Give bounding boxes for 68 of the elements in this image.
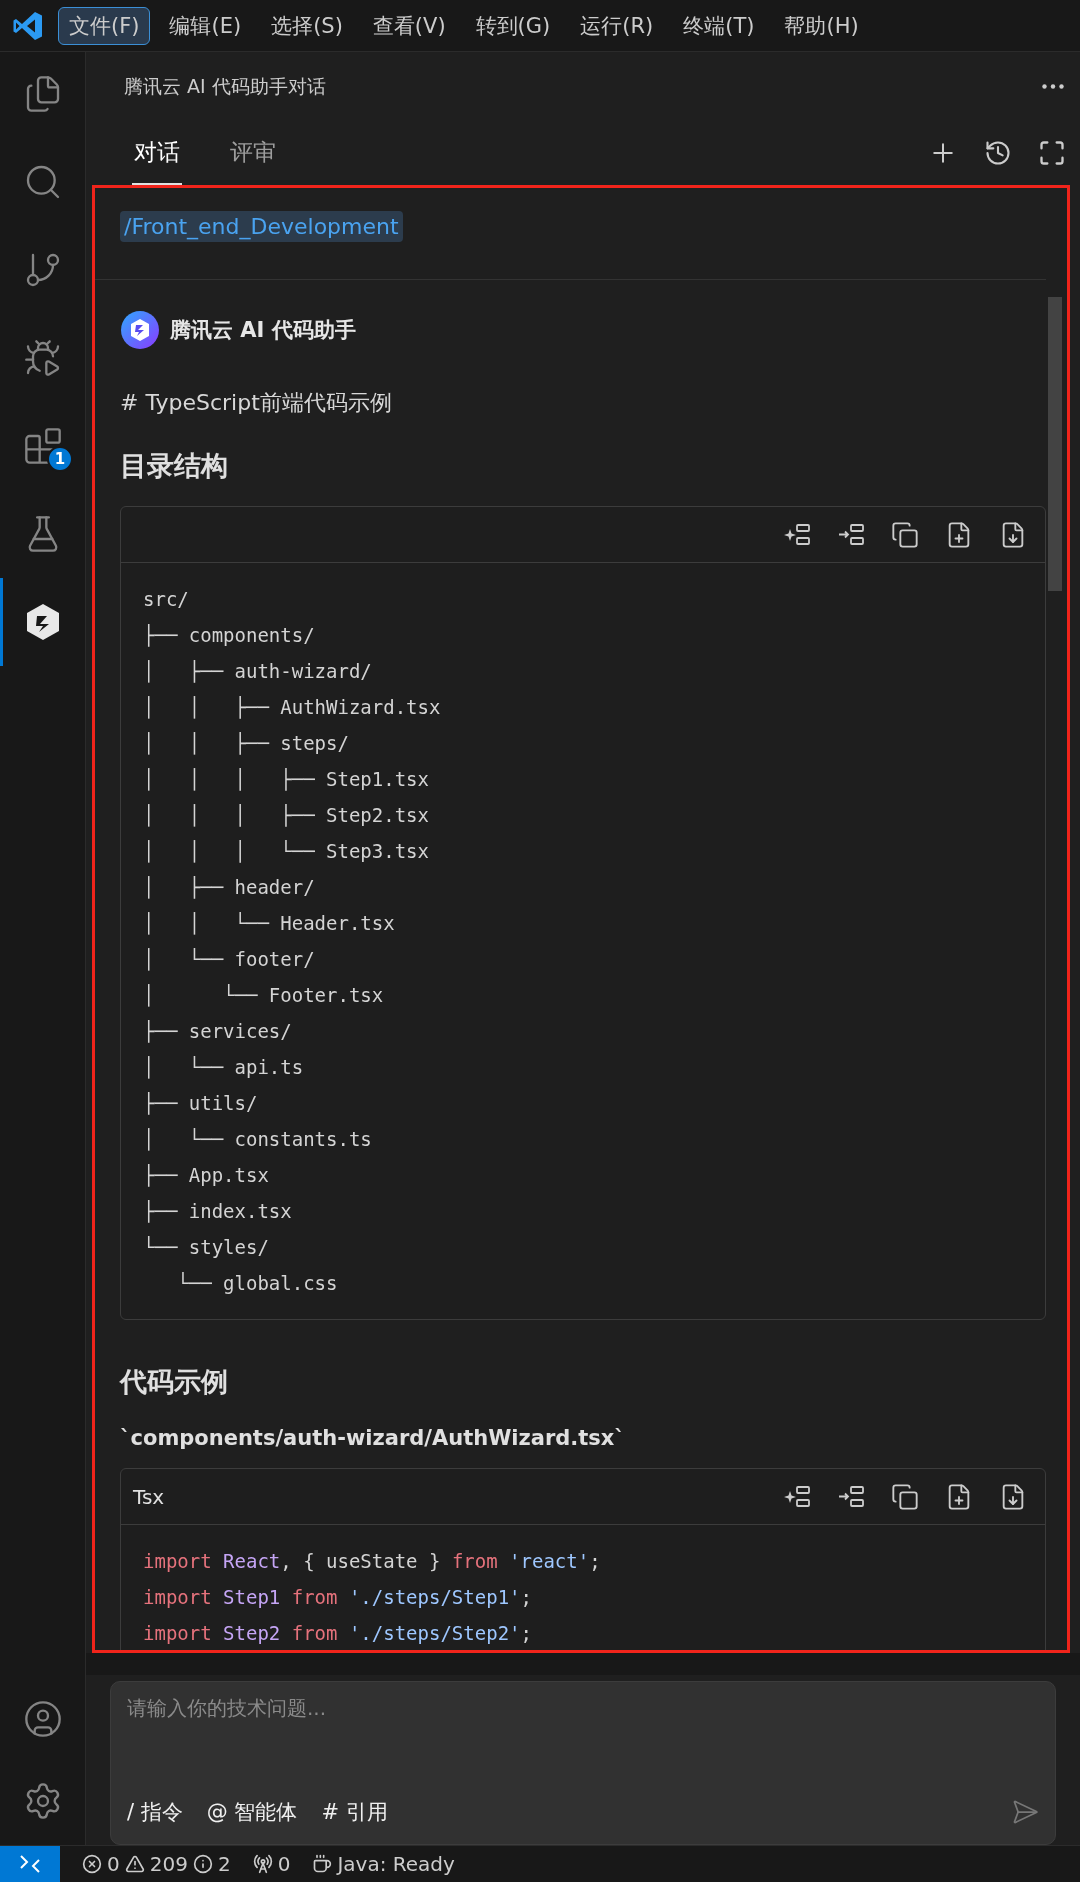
file-path-text: `components/auth-wizard/AuthWizard.tsx` (120, 1426, 626, 1451)
language-label: Tsx (133, 1484, 165, 1509)
assistant-avatar-icon (120, 310, 160, 351)
tree-line: │ └── footer/ (143, 947, 316, 973)
menu-item[interactable]: 查看(V) (361, 6, 457, 45)
tree-line: │ │ │ ├── Step1.tsx (143, 767, 430, 793)
menu-item[interactable]: 帮助(H) (773, 6, 870, 45)
tree-line: │ └── constants.ts (143, 1127, 373, 1153)
code-line: import Step2 from './steps/Step2'; (143, 1621, 533, 1647)
assistant-name: 腾讯云 AI 代码助手 (170, 317, 356, 345)
tree-line: │ ├── auth-wizard/ (143, 659, 373, 685)
menu-item[interactable]: 选择(S) (260, 6, 354, 45)
panel-title: 腾讯云 AI 代码助手对话 (124, 73, 326, 99)
error-icon (82, 1854, 102, 1874)
more-button[interactable] (1042, 84, 1064, 90)
tree-line: ├── components/ (143, 623, 316, 649)
antenna-icon (252, 1854, 273, 1874)
copy-icon[interactable] (891, 520, 919, 549)
message-text: # TypeScript前端代码示例 (120, 389, 393, 418)
ellipsis-icon (1042, 84, 1064, 90)
tab[interactable]: 对话 (132, 121, 182, 186)
coffee-cup-icon (312, 1854, 333, 1874)
tree-line: │ │ ├── AuthWizard.tsx (143, 695, 442, 721)
menu-item[interactable]: 文件(F) (58, 6, 151, 45)
maximize-icon (1038, 139, 1066, 168)
ports-button[interactable]: 0 (252, 1852, 291, 1876)
tab[interactable]: 评审 (228, 121, 278, 186)
send-icon (1011, 1798, 1039, 1826)
code-line: import React, { useState } from 'react'; (143, 1549, 602, 1575)
scrollbar-thumb[interactable] (1048, 297, 1062, 592)
tree-line: │ └── api.ts (143, 1055, 305, 1081)
input-action[interactable]: @ 智能体 (206, 1798, 298, 1826)
remote-button[interactable] (0, 1846, 60, 1882)
tree-line: │ │ │ └── Step3.tsx (143, 839, 430, 865)
input-action[interactable]: / 指令 (127, 1798, 183, 1826)
warning-icon (124, 1854, 145, 1874)
tree-line: ├── App.tsx (143, 1163, 270, 1189)
tree-line: │ │ ├── steps/ (143, 731, 350, 757)
tree-line: src/ (143, 587, 190, 613)
account-icon[interactable] (22, 1699, 63, 1739)
code-line: import Step1 from './steps/Step1'; (143, 1585, 533, 1611)
tree-line: ├── index.tsx (143, 1199, 293, 1225)
maximize-button[interactable] (1038, 139, 1066, 168)
menu-item[interactable]: 终端(T) (672, 6, 766, 45)
menu-item[interactable]: 编辑(E) (158, 6, 253, 45)
tree-line: │ │ │ ├── Step2.tsx (143, 803, 430, 829)
input-action[interactable]: # 引用 (321, 1798, 388, 1826)
section-heading: 代码示例 (120, 1365, 229, 1400)
tree-line: └── styles/ (143, 1235, 270, 1261)
tree-line: ├── utils/ (143, 1091, 259, 1117)
tree-line: │ ├── header/ (143, 875, 316, 901)
count-badge: 1 (47, 446, 73, 472)
info-icon (192, 1854, 213, 1874)
tree-line: │ │ └── Header.tsx (143, 911, 396, 937)
section-heading: 目录结构 (120, 449, 229, 484)
copy-icon[interactable] (891, 1482, 919, 1511)
tree-line: │ └── Footer.tsx (143, 983, 385, 1009)
command-chip[interactable]: /Front_end_Development (120, 211, 403, 243)
menu-item[interactable]: 运行(R) (569, 6, 665, 45)
blocks-icon[interactable] (22, 426, 63, 466)
menu-item[interactable]: 转到(G) (464, 6, 562, 45)
send-button[interactable] (1011, 1798, 1039, 1826)
tree-line: └── global.css (176, 1271, 339, 1297)
java-status-button[interactable]: Java: Ready (312, 1852, 455, 1876)
app-logo-icon[interactable] (12, 9, 44, 42)
tree-line: ├── services/ (143, 1019, 293, 1045)
problems-button[interactable]: 0 209 2 (82, 1852, 231, 1876)
chat-input[interactable]: 请输入你的技术问题... / 指令 @ 智能体 # 引用 (110, 1680, 1056, 1845)
